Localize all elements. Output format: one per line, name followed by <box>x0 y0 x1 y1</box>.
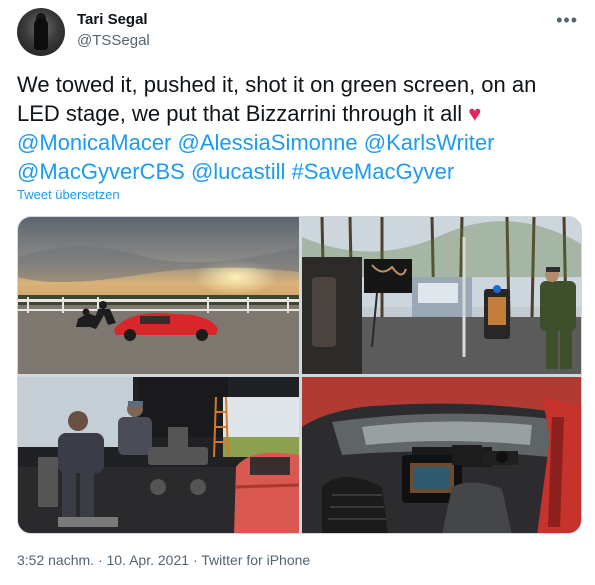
photo-car-interior-camera-graphic <box>302 377 581 533</box>
tweet-line-2: LED stage, we put that Bizzarrini throug… <box>17 99 579 128</box>
mention-karlswriter[interactable]: @KarlsWriter <box>364 130 495 155</box>
tweet-mentions-line-2: @MacGyverCBS @lucastill #SaveMacGyver <box>17 157 579 186</box>
hashtag-savemacgyver[interactable]: #SaveMacGyver <box>292 159 455 184</box>
separator-dot: · <box>192 552 198 568</box>
tweet-line-2-text: LED stage, we put that Bizzarrini throug… <box>17 101 463 126</box>
tweet-mentions-line-1: @MonicaMacer @AlessiaSimonne @KarlsWrite… <box>17 128 579 157</box>
mention-lucastill[interactable]: @lucastill <box>191 159 285 184</box>
author-name[interactable]: Tari Segal <box>77 11 148 28</box>
tweet-time[interactable]: 3:52 nachm. <box>17 552 94 568</box>
mention-alessiasimonne[interactable]: @AlessiaSimonne <box>178 130 358 155</box>
photo-car-push-sunset[interactable] <box>18 217 299 374</box>
photo-forest-film-set-graphic <box>302 217 581 374</box>
photo-forest-film-set[interactable] <box>302 217 581 374</box>
photo-led-stage-crew[interactable] <box>18 377 299 533</box>
translate-tweet-link[interactable]: Tweet übersetzen <box>17 187 120 202</box>
heart-icon: ♥ <box>468 101 482 126</box>
media-grid <box>17 216 582 534</box>
tweet-text: We towed it, pushed it, shot it on green… <box>17 70 579 186</box>
tweet-source[interactable]: Twitter for iPhone <box>201 552 310 568</box>
mention-monicamacer[interactable]: @MonicaMacer <box>17 130 171 155</box>
photo-led-stage-crew-graphic <box>18 377 299 533</box>
mention-macgyvercbs[interactable]: @MacGyverCBS <box>17 159 185 184</box>
author-handle[interactable]: @TSSegal <box>77 32 150 49</box>
photo-car-interior-camera[interactable] <box>302 377 581 533</box>
avatar[interactable] <box>17 8 65 56</box>
tweet-footer: 3:52 nachm. · 10. Apr. 2021 · Twitter fo… <box>17 552 310 568</box>
tweet-line-1: We towed it, pushed it, shot it on green… <box>17 72 537 97</box>
more-options-icon[interactable]: ••• <box>556 10 578 31</box>
tweet-date[interactable]: 10. Apr. 2021 <box>107 552 190 568</box>
avatar-figure-body <box>34 18 48 50</box>
photo-car-push-sunset-graphic <box>18 217 299 374</box>
tweet-header: Tari Segal @TSSegal ••• <box>17 8 582 58</box>
separator-dot: · <box>97 552 103 568</box>
